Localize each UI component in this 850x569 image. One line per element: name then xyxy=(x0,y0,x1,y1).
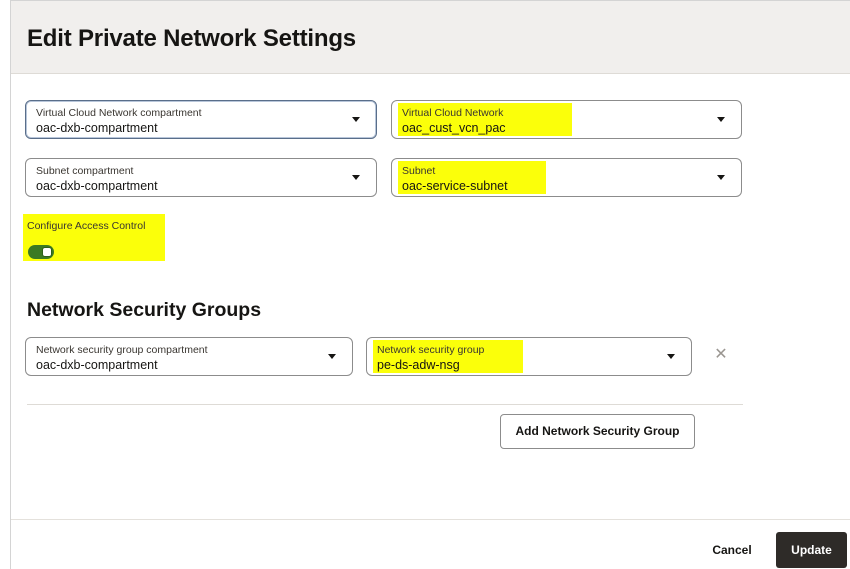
subnet-label: Subnet xyxy=(402,165,436,177)
vcn-value: oac_cust_vcn_pac xyxy=(402,121,506,135)
nsg-compartment-select[interactable]: Network security group compartment oac-d… xyxy=(25,337,353,376)
nsg-value: pe-ds-adw-nsg xyxy=(377,358,460,372)
cancel-button[interactable]: Cancel xyxy=(697,533,767,567)
nsg-compartment-label: Network security group compartment xyxy=(36,344,208,356)
dialog-header: Edit Private Network Settings xyxy=(11,1,850,74)
nsg-select[interactable]: Network security group pe-ds-adw-nsg xyxy=(366,337,692,376)
access-control-label: Configure Access Control xyxy=(27,220,146,232)
chevron-down-icon xyxy=(717,117,725,122)
vcn-select[interactable]: Virtual Cloud Network oac_cust_vcn_pac xyxy=(391,100,742,139)
dialog-title: Edit Private Network Settings xyxy=(27,25,356,52)
toggle-knob xyxy=(42,247,52,257)
nsg-section-title: Network Security Groups xyxy=(27,299,262,321)
subnet-select[interactable]: Subnet oac-service-subnet xyxy=(391,158,742,197)
nsg-compartment-value: oac-dxb-compartment xyxy=(36,358,158,372)
vcn-label: Virtual Cloud Network xyxy=(402,107,504,119)
section-divider xyxy=(27,404,743,405)
vcn-compartment-value: oac-dxb-compartment xyxy=(36,121,158,135)
chevron-down-icon xyxy=(352,117,360,122)
edit-private-network-dialog: Edit Private Network Settings Virtual Cl… xyxy=(10,0,850,569)
subnet-value: oac-service-subnet xyxy=(402,179,508,193)
vcn-compartment-label: Virtual Cloud Network compartment xyxy=(36,107,202,119)
subnet-compartment-label: Subnet compartment xyxy=(36,165,134,177)
access-control-toggle[interactable] xyxy=(28,245,54,259)
subnet-compartment-select[interactable]: Subnet compartment oac-dxb-compartment xyxy=(25,158,377,197)
subnet-compartment-value: oac-dxb-compartment xyxy=(36,179,158,193)
close-icon[interactable]: ✕ xyxy=(714,347,728,363)
add-network-security-group-button[interactable]: Add Network Security Group xyxy=(500,414,695,449)
chevron-down-icon xyxy=(717,175,725,180)
vcn-compartment-select[interactable]: Virtual Cloud Network compartment oac-dx… xyxy=(25,100,377,139)
chevron-down-icon xyxy=(667,354,675,359)
chevron-down-icon xyxy=(352,175,360,180)
update-button[interactable]: Update xyxy=(776,532,847,568)
chevron-down-icon xyxy=(328,354,336,359)
nsg-label: Network security group xyxy=(377,344,485,356)
footer-divider xyxy=(11,519,850,520)
